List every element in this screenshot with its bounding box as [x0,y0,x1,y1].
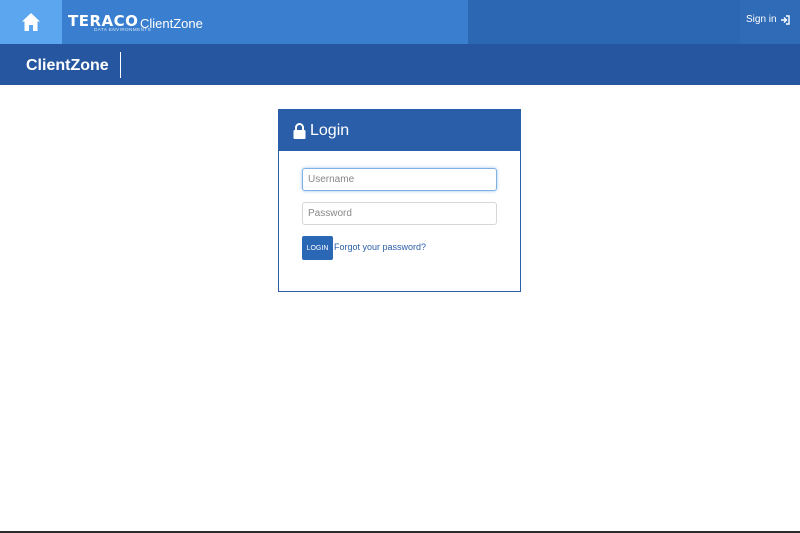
sign-in-label: Sign in [746,14,777,25]
sign-in-link[interactable]: Sign in [746,14,790,25]
username-input[interactable] [302,168,497,191]
login-button[interactable]: LOGIN [302,236,333,260]
login-title: Login [310,121,350,139]
forgot-password-link[interactable]: Forgot your password? [334,242,426,252]
home-icon [22,13,40,31]
password-input[interactable] [302,202,497,225]
login-panel-header: Login [279,110,520,151]
app-title: ClientZone [140,16,203,31]
sign-in-icon [780,14,790,25]
page-title: ClientZone [26,57,109,74]
lock-icon [293,122,306,139]
home-button[interactable] [0,0,62,44]
top-navbar: TERACO DATA ENVIRONMENTS ClientZone Sign… [0,0,800,44]
title-divider [120,52,121,78]
topbar-right-panel [468,0,740,44]
login-panel: Login LOGIN Forgot your password? [278,109,521,292]
